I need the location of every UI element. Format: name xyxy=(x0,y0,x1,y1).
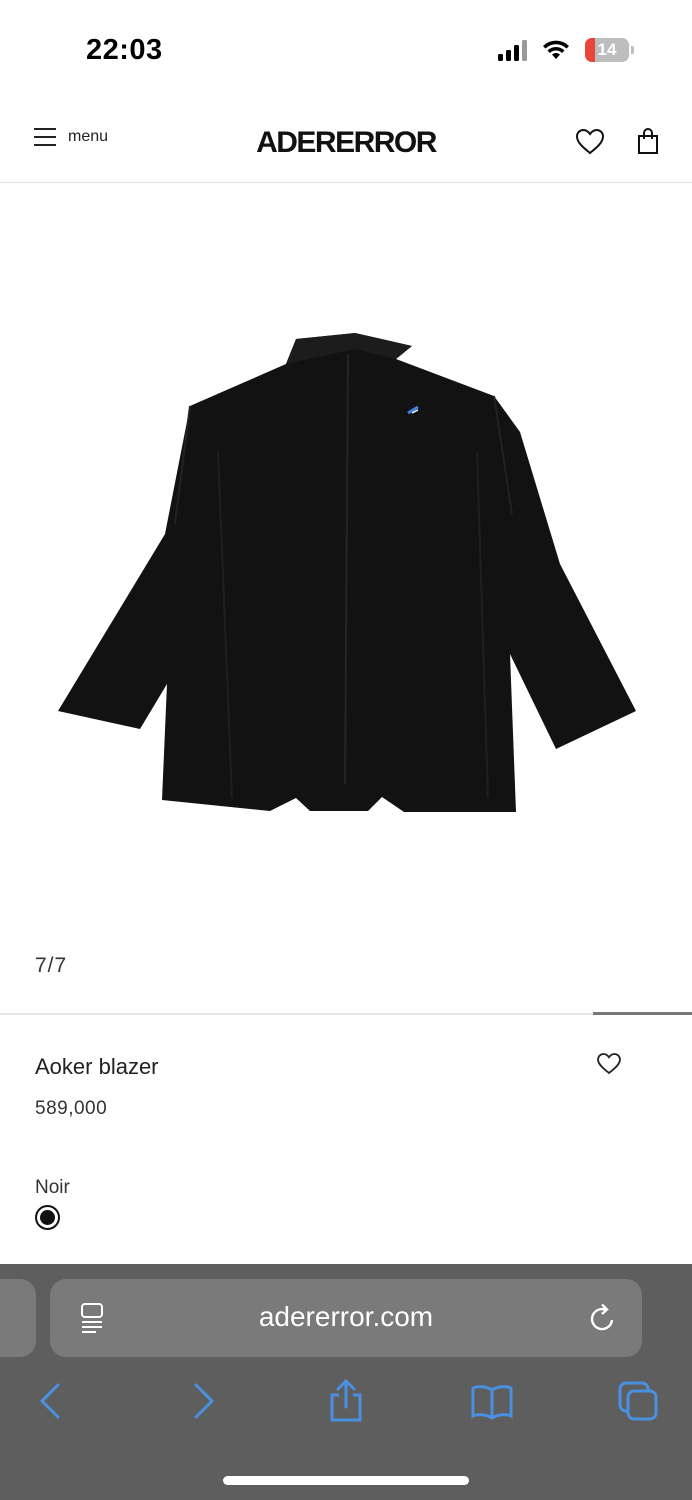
status-bar: 22:03 14 xyxy=(0,0,692,100)
status-time: 22:03 xyxy=(86,34,163,66)
back-icon[interactable] xyxy=(30,1379,74,1423)
wishlist-heart-icon[interactable] xyxy=(596,1052,622,1075)
gallery-progress-fill xyxy=(593,1012,692,1015)
previous-tab[interactable] xyxy=(0,1279,36,1357)
address-bar[interactable]: adererror.com xyxy=(50,1279,642,1357)
status-icons: 14 xyxy=(498,38,634,62)
bookmarks-icon[interactable] xyxy=(470,1379,514,1423)
tabs-icon[interactable] xyxy=(616,1379,660,1423)
image-counter: 7/7 xyxy=(35,954,68,977)
signal-icon xyxy=(498,39,527,61)
wifi-icon xyxy=(543,40,569,59)
product-name: Aoker blazer xyxy=(35,1054,159,1079)
forward-icon[interactable] xyxy=(180,1379,224,1423)
reload-icon[interactable] xyxy=(588,1301,618,1335)
url-text[interactable]: adererror.com xyxy=(50,1301,642,1333)
home-indicator[interactable] xyxy=(223,1476,469,1485)
battery-icon: 14 xyxy=(585,38,634,62)
color-name: Noir xyxy=(35,1177,70,1198)
share-icon[interactable] xyxy=(324,1379,368,1423)
heart-icon[interactable] xyxy=(574,127,606,155)
battery-level: 14 xyxy=(597,40,617,59)
gallery-progress xyxy=(0,1012,692,1015)
product-gallery[interactable]: 7/7 xyxy=(0,184,692,1014)
color-swatch-noir[interactable] xyxy=(35,1205,60,1230)
browser-chrome: adererror.com xyxy=(0,1264,692,1500)
bag-icon[interactable] xyxy=(636,127,660,155)
site-header: menu ADERERROR xyxy=(0,100,692,183)
product-image xyxy=(58,333,636,812)
product-price: 589,000 xyxy=(35,1098,108,1119)
